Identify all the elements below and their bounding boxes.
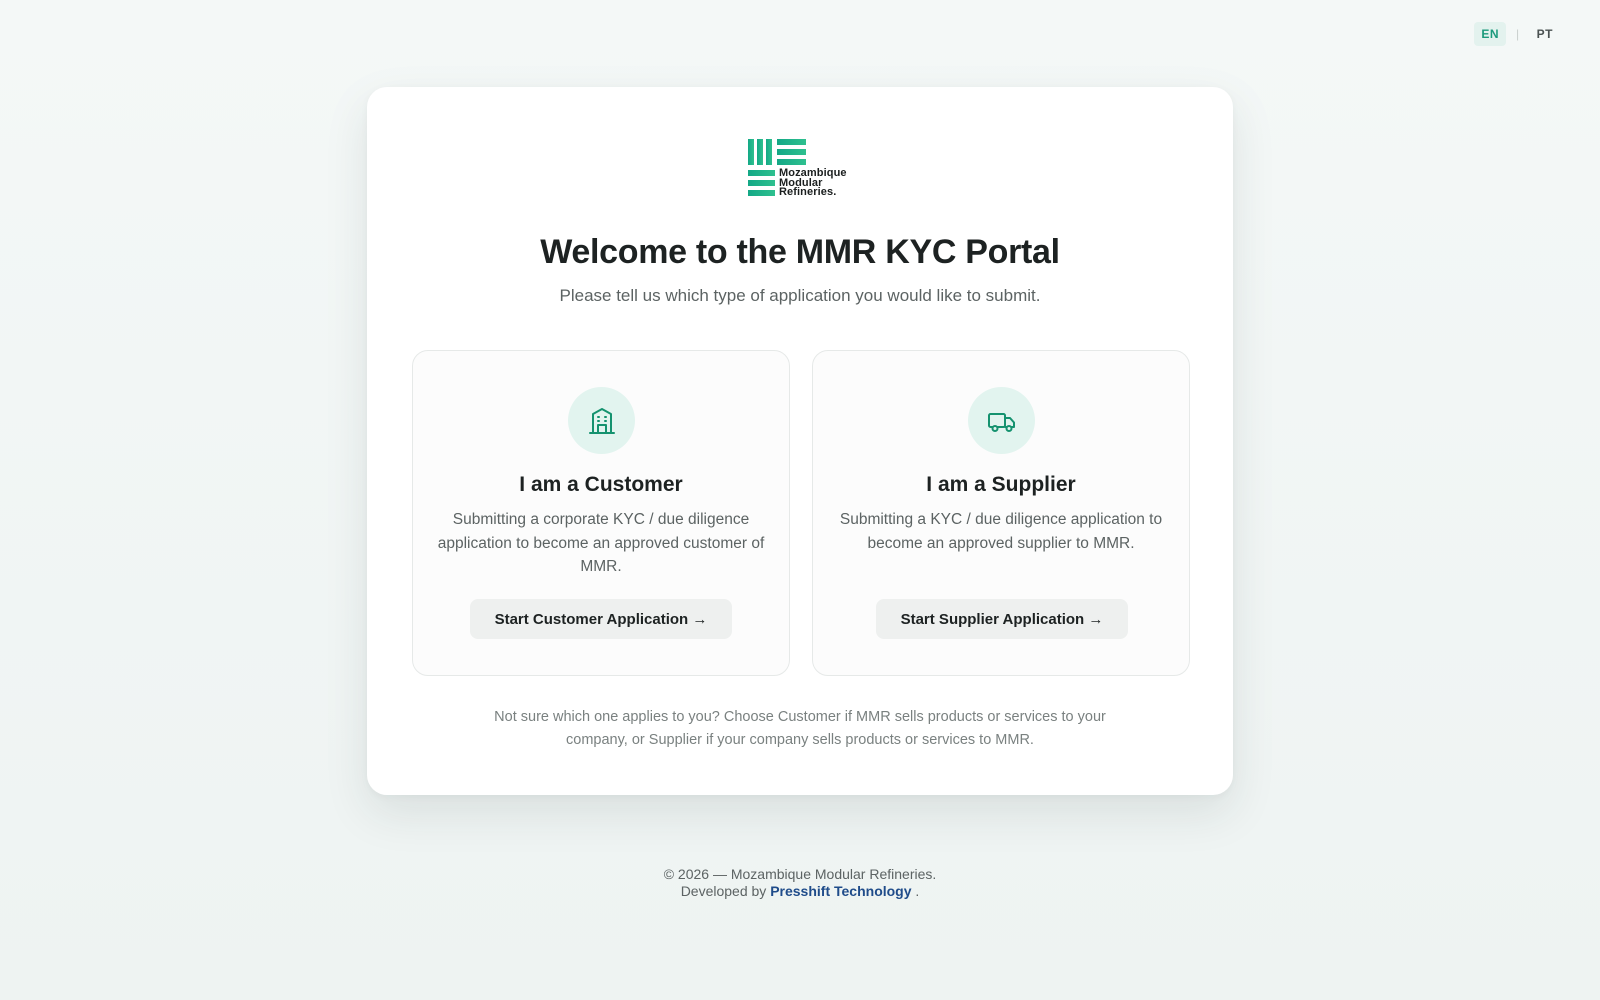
developed-by-suffix: . [915, 883, 920, 899]
building-icon [568, 387, 635, 454]
customer-option-card[interactable]: I am a Customer Submitting a corporate K… [412, 350, 790, 676]
developer-link[interactable]: Presshift Technology [770, 883, 911, 899]
page-footer: © 2026 — Mozambique Modular Refineries. … [0, 866, 1600, 900]
mmr-logo: Mozambique Modular Refineries. [748, 139, 858, 201]
language-en-button[interactable]: EN [1474, 22, 1507, 46]
copyright-text: © 2026 — Mozambique Modular Refineries. [663, 866, 937, 882]
supplier-option-title: I am a Supplier [926, 473, 1076, 496]
language-pt-button[interactable]: PT [1530, 22, 1560, 46]
supplier-option-description: Submitting a KYC / due diligence applica… [839, 511, 1163, 552]
developed-by-line: Developed by Presshift Technology . [0, 883, 1600, 900]
customer-option-description: Submitting a corporate KYC / due diligen… [437, 511, 765, 575]
supplier-option-card[interactable]: I am a Supplier Submitting a KYC / due d… [812, 350, 1190, 676]
page-subtitle: Please tell us which type of application… [559, 286, 1041, 305]
help-text: Not sure which one applies to you? Choos… [494, 709, 1106, 748]
start-supplier-application-button[interactable]: Start Supplier Application → [876, 599, 1128, 639]
language-separator: | [1516, 27, 1520, 41]
customer-option-title: I am a Customer [519, 473, 683, 496]
truck-icon [968, 387, 1035, 454]
developed-by-prefix: Developed by [680, 883, 767, 899]
portal-card: Mozambique Modular Refineries. Welcome t… [367, 87, 1233, 795]
page-title: Welcome to the MMR KYC Portal [540, 233, 1060, 271]
language-switcher: EN | PT [1474, 22, 1560, 46]
start-customer-application-button[interactable]: Start Customer Application → [470, 599, 732, 639]
logo-wordmark: Mozambique Modular Refineries. [779, 167, 847, 198]
